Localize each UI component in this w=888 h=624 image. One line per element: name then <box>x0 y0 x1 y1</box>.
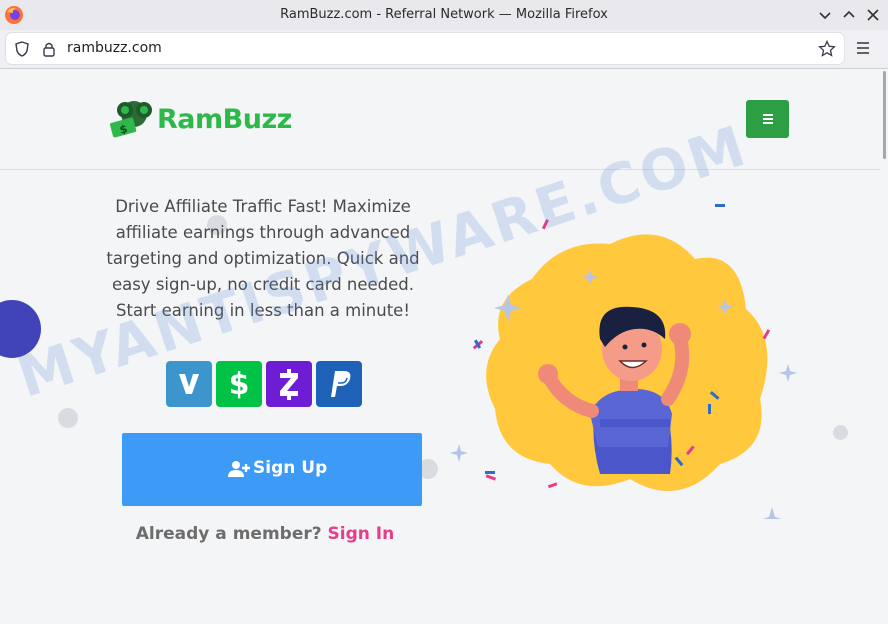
svg-text:$: $ <box>229 367 250 402</box>
lock-icon[interactable] <box>42 41 56 57</box>
cashapp-icon: $ <box>216 361 262 407</box>
ram-logo-icon[interactable]: $ <box>108 98 154 140</box>
window-title: RamBuzz.com - Referral Network — Mozilla… <box>280 7 608 22</box>
app-menu-icon[interactable] <box>854 39 872 57</box>
site-menu-button[interactable] <box>746 100 789 138</box>
decorative-dot <box>833 425 848 440</box>
bookmark-star-icon[interactable] <box>818 40 836 58</box>
close-icon[interactable] <box>864 6 882 24</box>
url-bar[interactable]: rambuzz.com <box>6 33 844 64</box>
decorative-dot <box>58 408 78 428</box>
paypal-icon <box>316 361 362 407</box>
window-titlebar: RamBuzz.com - Referral Network — Mozilla… <box>0 0 888 31</box>
tracking-protection-icon[interactable] <box>14 41 30 57</box>
sign-in-link[interactable]: Sign In <box>328 524 395 544</box>
hamburger-icon <box>763 114 773 116</box>
browser-navbar: rambuzz.com <box>0 30 888 69</box>
maximize-icon[interactable] <box>840 6 858 24</box>
site-logo-text[interactable]: RamBuzz <box>157 104 292 135</box>
zelle-icon <box>266 361 312 407</box>
web-page: $ RamBuzz Drive Affiliate Traffic Fast! … <box>0 69 880 624</box>
url-text[interactable]: rambuzz.com <box>67 40 162 56</box>
member-prompt-text: Already a member? <box>135 524 322 544</box>
page-scrollbar[interactable] <box>880 69 888 624</box>
sign-up-label: Sign Up <box>253 458 328 478</box>
minimize-icon[interactable] <box>816 6 834 24</box>
add-user-icon <box>228 461 250 477</box>
sign-up-button[interactable]: Sign Up <box>122 433 422 506</box>
scrollbar-thumb[interactable] <box>883 71 886 159</box>
member-prompt: Already a member? Sign In <box>0 524 530 544</box>
venmo-icon <box>166 361 212 407</box>
